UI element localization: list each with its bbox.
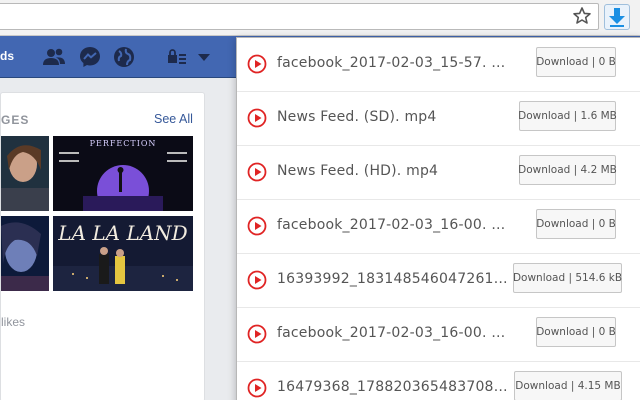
play-circle-icon[interactable]: [247, 216, 267, 236]
globe-icon[interactable]: [112, 45, 136, 69]
page-thumbnail[interactable]: LA LA LAND: [53, 216, 193, 291]
download-button[interactable]: Download | 1.6 MB: [518, 101, 617, 131]
download-file-name: 16479368_178820365483708…: [277, 379, 508, 395]
page-thumbnail[interactable]: [1, 216, 49, 291]
download-item: facebook_2017-02-03_16-00. … Download | 0…: [237, 200, 640, 254]
lock-menu-icon[interactable]: [165, 45, 189, 69]
svg-text:PERFECTION: PERFECTION: [90, 139, 157, 148]
page-thumbnail[interactable]: [1, 136, 49, 211]
play-circle-icon[interactable]: [247, 108, 267, 128]
download-item: 16393992_183148546047261… Download | 514.…: [237, 254, 640, 308]
svg-text:LA LA LAND: LA LA LAND: [57, 221, 187, 245]
download-file-name: facebook_2017-02-03_16-00. …: [277, 217, 506, 233]
friends-icon[interactable]: [42, 45, 66, 69]
page-thumbnail[interactable]: PERFECTION: [53, 136, 193, 211]
star-outline-icon[interactable]: [572, 6, 592, 26]
download-arrow-icon: [609, 8, 625, 27]
download-extension-button[interactable]: [604, 4, 630, 30]
play-circle-icon[interactable]: [247, 270, 267, 290]
download-button[interactable]: Download | 0 B: [536, 47, 616, 77]
download-file-name: News Feed. (HD). mp4: [277, 163, 439, 179]
download-item: 16479368_178820365483708… Download | 4.15…: [237, 362, 640, 400]
download-item: News Feed. (HD). mp4 Download | 4.2 MB: [237, 146, 640, 200]
browser-toolbar: [0, 0, 640, 36]
play-circle-icon[interactable]: [247, 378, 267, 398]
address-bar[interactable]: [0, 3, 599, 30]
download-button[interactable]: Download | 0 B: [536, 209, 616, 239]
pages-card: GES See All PERFECTION LA LA LAND likes: [0, 92, 205, 400]
likes-text: likes: [1, 315, 26, 329]
messenger-icon[interactable]: [78, 45, 102, 69]
download-file-name: facebook_2017-02-03_15-57. …: [277, 55, 506, 71]
download-item: News Feed. (SD). mp4 Download | 1.6 MB: [237, 92, 640, 146]
play-circle-icon[interactable]: [247, 162, 267, 182]
download-file-name: facebook_2017-02-03_16-00. …: [277, 325, 506, 341]
download-item: facebook_2017-02-03_15-57. … Download | 0…: [237, 38, 640, 92]
download-button[interactable]: Download | 4.15 MB: [514, 371, 622, 400]
play-circle-icon[interactable]: [247, 324, 267, 344]
nav-link-fragment[interactable]: ds: [0, 49, 14, 63]
download-button[interactable]: Download | 514.6 kB: [513, 263, 622, 293]
pages-section-title: GES: [1, 113, 30, 127]
caret-down-icon[interactable]: [192, 45, 216, 69]
download-popup: facebook_2017-02-03_15-57. … Download | 0…: [236, 37, 640, 400]
see-all-link[interactable]: See All: [154, 112, 193, 126]
play-circle-icon[interactable]: [247, 54, 267, 74]
download-file-name: News Feed. (SD). mp4: [277, 109, 437, 125]
download-button[interactable]: Download | 0 B: [536, 317, 616, 347]
download-item: facebook_2017-02-03_16-00. … Download | 0…: [237, 308, 640, 362]
download-file-name: 16393992_183148546047261…: [277, 271, 508, 287]
download-button[interactable]: Download | 4.2 MB: [518, 155, 617, 185]
